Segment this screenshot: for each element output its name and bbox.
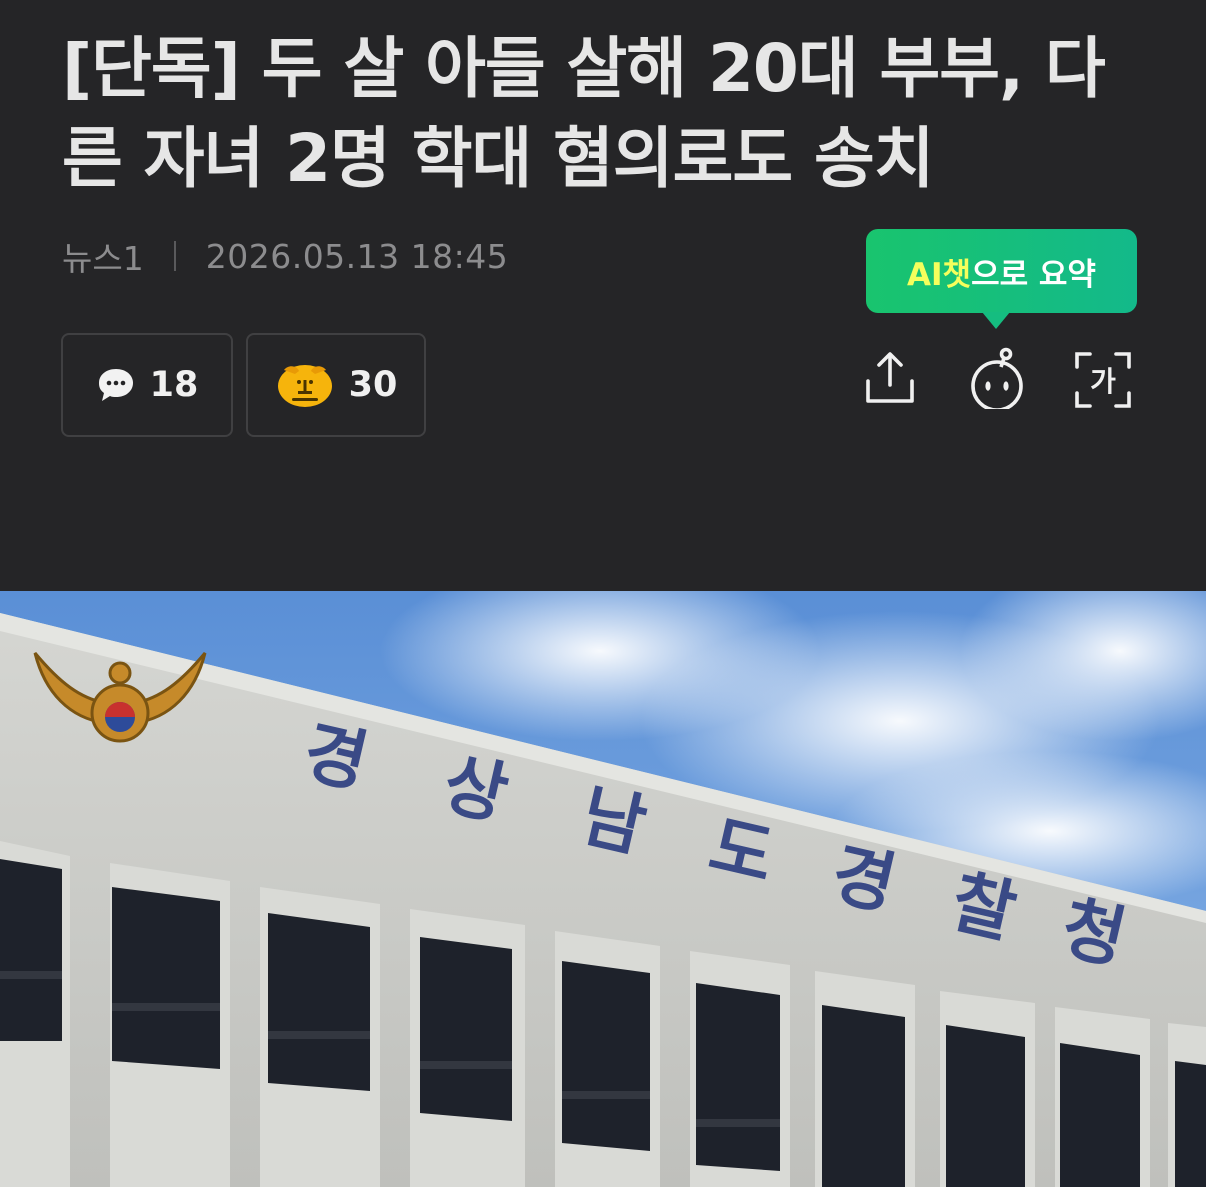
comments-button[interactable]: 18 [61, 333, 233, 437]
ai-chat-label: AI챗 [907, 256, 972, 293]
reactions-count: 30 [348, 365, 398, 405]
share-upload-icon [862, 349, 918, 411]
article-meta: 뉴스1 2026.05.13 18:45 [62, 232, 509, 280]
font-size-button[interactable]: 가 [1071, 348, 1135, 412]
article-photo: 경 상 남 도 경 찰 청 [0, 591, 1206, 1187]
share-button[interactable] [858, 348, 922, 412]
article-headline: [단독] 두 살 아들 살해 20대 부부, 다른 자녀 2명 학대 혐의로도 … [62, 30, 1106, 197]
bubble-tail [982, 312, 1010, 329]
article-timestamp: 2026.05.13 18:45 [205, 236, 509, 276]
ai-chat-summary-button[interactable]: AI챗 으로 요약 [866, 229, 1137, 329]
ai-bot-button[interactable] [965, 347, 1029, 413]
reactions-button[interactable]: 30 [246, 333, 426, 437]
meta-divider [173, 241, 176, 271]
reaction-emoji-icon [275, 362, 335, 408]
comments-count: 18 [149, 365, 199, 405]
comment-bubble-icon [96, 366, 136, 404]
font-glyph: 가 [1090, 365, 1116, 398]
article-source[interactable]: 뉴스1 [62, 232, 144, 280]
font-size-icon: 가 [1074, 351, 1132, 409]
summary-label: 으로 요약 [971, 256, 1096, 293]
ai-bot-icon [967, 347, 1027, 413]
